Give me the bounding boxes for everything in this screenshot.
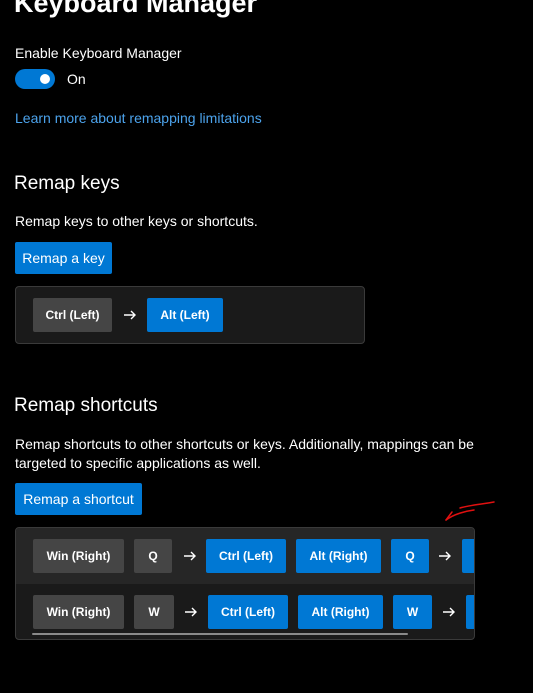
key-target: Alt (Left) <box>147 298 223 332</box>
arrow-right-icon <box>443 607 455 617</box>
red-arrow-annotation-icon <box>445 501 495 521</box>
shortcut-source-key: W <box>134 595 174 629</box>
arrow-right-icon <box>439 551 451 561</box>
enable-toggle[interactable] <box>15 69 55 89</box>
horizontal-scrollbar[interactable] <box>32 633 408 635</box>
remap-keys-heading: Remap keys <box>14 173 120 194</box>
shortcut-target-key: Ctrl (Left) <box>206 539 286 573</box>
learn-more-link[interactable]: Learn more about remapping limitations <box>15 110 262 126</box>
key-source: Ctrl (Left) <box>33 298 112 332</box>
remap-shortcuts-heading: Remap shortcuts <box>14 395 158 416</box>
page-title: Keyboard Manager <box>14 0 258 18</box>
remap-shortcuts-list: Win (Right) Q Ctrl (Left) Alt (Right) Q … <box>15 527 475 640</box>
shortcut-source-key: Win (Right) <box>33 539 124 573</box>
arrow-right-icon <box>124 310 136 320</box>
arrow-right-icon <box>184 551 196 561</box>
target-application-field[interactable] <box>462 539 474 573</box>
remap-keys-description: Remap keys to other keys or shortcuts. <box>15 213 258 229</box>
remap-keys-list: Ctrl (Left) Alt (Left) <box>15 286 365 344</box>
shortcut-target-key: Alt (Right) <box>298 595 383 629</box>
remap-shortcuts-description-line1: Remap shortcuts to other shortcuts or ke… <box>15 436 474 452</box>
enable-keyboard-manager-label: Enable Keyboard Manager <box>15 45 182 61</box>
shortcut-target-key: W <box>393 595 432 629</box>
shortcut-target-key: Ctrl (Left) <box>208 595 288 629</box>
table-row[interactable]: Win (Right) Q Ctrl (Left) Alt (Right) Q <box>16 528 474 584</box>
shortcut-source-key: Win (Right) <box>33 595 124 629</box>
toggle-knob <box>40 74 50 84</box>
remap-shortcuts-description-line2: targeted to specific applications as wel… <box>15 455 261 471</box>
shortcut-target-key: Q <box>391 539 429 573</box>
shortcut-target-key: Alt (Right) <box>296 539 381 573</box>
arrow-right-icon <box>185 607 197 617</box>
shortcut-source-key: Q <box>134 539 172 573</box>
remap-a-key-button[interactable]: Remap a key <box>15 242 112 274</box>
toggle-state-label: On <box>67 71 86 87</box>
remap-a-shortcut-button[interactable]: Remap a shortcut <box>15 483 142 515</box>
target-application-field[interactable] <box>466 595 474 629</box>
table-row[interactable]: Win (Right) W Ctrl (Left) Alt (Right) W <box>16 584 474 639</box>
